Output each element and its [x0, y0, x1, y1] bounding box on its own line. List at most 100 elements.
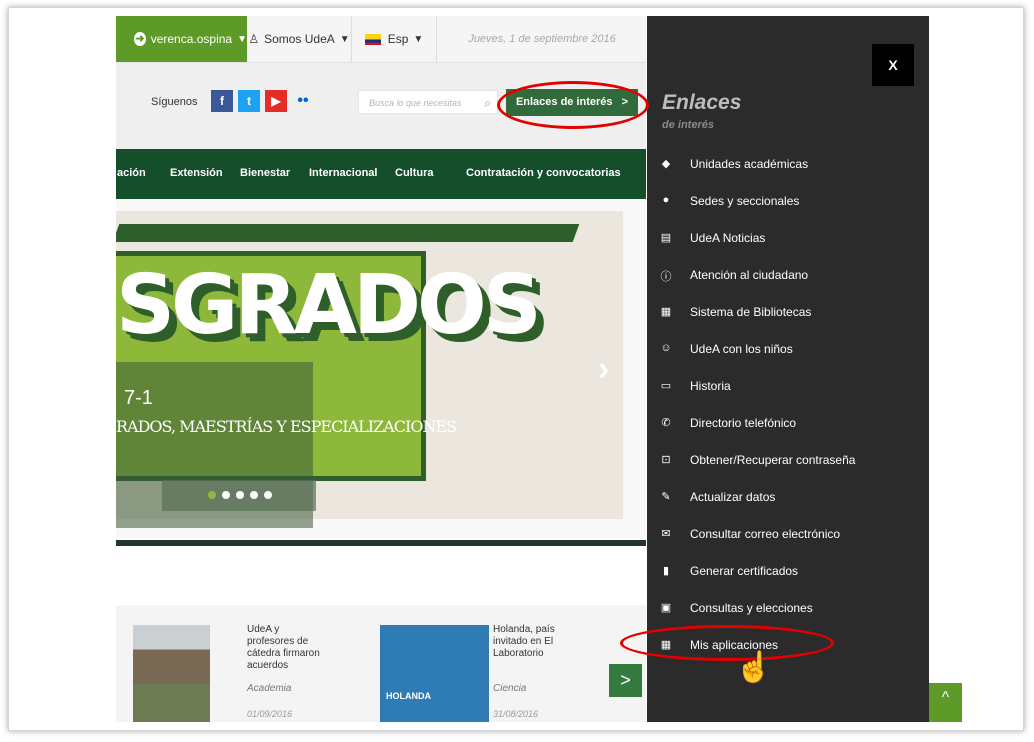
- news-section: UdeA y profesores de cátedra firmaron ac…: [116, 605, 646, 722]
- news-category: Ciencia: [493, 683, 527, 694]
- top-bar: ➜ verenca.ospina ▼ ♙ Somos UdeA ▼ Esp ▼ …: [116, 16, 646, 63]
- menu-item-label: Consultas y elecciones: [690, 601, 813, 615]
- language-selector[interactable]: Esp ▼: [352, 16, 437, 62]
- menu-item-label: Atención al ciudadano: [690, 268, 809, 282]
- hero-bottom-bar: [116, 540, 646, 546]
- menu-item-ninos[interactable]: ☺ UdeA con los niños: [647, 331, 929, 367]
- carousel-dot[interactable]: [222, 491, 230, 499]
- menu-item-consultas[interactable]: ▣ Consultas y elecciones: [647, 590, 929, 626]
- highlight-enlaces-button: [497, 81, 649, 129]
- colombia-flag-icon: [364, 33, 381, 45]
- menu-item-bibliotecas[interactable]: ▦ Sistema de Bibliotecas: [647, 294, 929, 330]
- menu-item-label: Directorio telefónico: [690, 416, 797, 430]
- document-icon: ▤: [660, 232, 672, 244]
- menu-item-label: UdeA Noticias: [690, 231, 766, 245]
- highlight-mis-aplicaciones: [620, 625, 834, 661]
- carousel-dots: [162, 480, 316, 511]
- menu-item-label: Consultar correo electrónico: [690, 527, 841, 541]
- nav-item-extension[interactable]: Extensión: [170, 167, 223, 179]
- board-rail: [116, 224, 580, 242]
- menu-item-directorio[interactable]: ✆ Directorio telefónico: [647, 405, 929, 441]
- carousel-dot-active[interactable]: [208, 491, 216, 499]
- search-input[interactable]: Busca lo que necesitas ⌕: [358, 90, 498, 114]
- nav-item-educacion[interactable]: ación: [117, 167, 146, 179]
- enlaces-panel: X Enlaces de interés ◆ Unidades académic…: [647, 16, 929, 722]
- search-icon[interactable]: ⌕: [484, 91, 491, 115]
- menu-item-contrasena[interactable]: ⊡ Obtener/Recuperar contraseña: [647, 442, 929, 478]
- nav-item-cultura[interactable]: Cultura: [395, 167, 434, 179]
- somos-label: Somos UdeA: [264, 32, 335, 46]
- news-thumbnail[interactable]: HOLANDA: [380, 625, 489, 722]
- ballot-icon: ▣: [660, 602, 672, 614]
- follow-us-label: Síguenos: [151, 96, 198, 108]
- smile-icon: ☺: [660, 342, 672, 354]
- certificate-icon: ▮: [662, 565, 670, 577]
- facebook-icon[interactable]: f: [211, 90, 233, 112]
- info-icon: ⓘ: [660, 271, 672, 283]
- news-next-button[interactable]: >: [609, 664, 642, 697]
- somos-udea-menu[interactable]: ♙ Somos UdeA ▼: [247, 16, 352, 62]
- carousel-dot[interactable]: [250, 491, 258, 499]
- carousel-dot[interactable]: [236, 491, 244, 499]
- menu-item-label: UdeA con los niños: [690, 342, 793, 356]
- panel-title: Enlaces: [662, 91, 742, 114]
- arrow-circle-icon: ➜: [134, 32, 146, 46]
- chevron-down-icon: ▼: [339, 33, 350, 45]
- language-label: Esp: [387, 32, 409, 46]
- hand-cursor-icon: ☝: [735, 651, 773, 684]
- menu-item-label: Unidades académicas: [690, 157, 809, 171]
- phone-icon: ✆: [661, 417, 671, 429]
- news-thumbnail[interactable]: [133, 625, 210, 722]
- nav-item-internacional[interactable]: Internacional: [309, 167, 377, 179]
- youtube-icon[interactable]: ▶: [265, 90, 287, 112]
- menu-item-unidades[interactable]: ◆ Unidades académicas: [647, 146, 929, 182]
- menu-item-label: Historia: [690, 379, 731, 393]
- twitter-icon[interactable]: t: [238, 90, 260, 112]
- chevron-down-icon: ▼: [237, 33, 247, 45]
- menu-item-label: Generar certificados: [690, 564, 799, 578]
- hero-title: SGRADOS: [116, 258, 542, 353]
- mail-icon: ✉: [661, 528, 671, 540]
- chevron-down-icon: ▼: [413, 33, 424, 45]
- menu-item-sedes[interactable]: ● Sedes y seccionales: [647, 183, 929, 219]
- book-icon: ▭: [660, 380, 672, 392]
- nav-item-contratacion[interactable]: Contratación y convocatorias: [466, 167, 621, 179]
- main-nav: ación Extensión Bienestar Internacional …: [116, 149, 646, 199]
- menu-item-label: Actualizar datos: [690, 490, 776, 504]
- news-headline[interactable]: UdeA y profesores de cátedra firmaron ac…: [247, 624, 327, 672]
- panel-subtitle: de interés: [662, 119, 714, 131]
- caption-title: 7-1: [124, 387, 153, 409]
- thumbnail-text: HOLANDA: [386, 691, 431, 701]
- menu-item-correo[interactable]: ✉ Consultar correo electrónico: [647, 516, 929, 552]
- menu-item-label: Sistema de Bibliotecas: [690, 305, 812, 319]
- search-placeholder: Busca lo que necesitas: [369, 98, 462, 108]
- menu-item-label: Sedes y seccionales: [690, 194, 800, 208]
- scroll-to-top-button[interactable]: ^: [929, 683, 962, 722]
- flickr-icon[interactable]: ••: [292, 90, 314, 112]
- user-menu-button[interactable]: ➜ verenca.ospina ▼: [116, 16, 247, 62]
- grid-icon: ▦: [660, 306, 672, 318]
- carousel-dot[interactable]: [264, 491, 272, 499]
- user-icon: ♙: [248, 32, 260, 46]
- pencil-icon: ✎: [661, 491, 671, 503]
- menu-item-noticias[interactable]: ▤ UdeA Noticias: [647, 220, 929, 256]
- news-category: Academia: [247, 683, 292, 694]
- nav-item-bienestar[interactable]: Bienestar: [240, 167, 290, 179]
- close-button[interactable]: X: [872, 44, 914, 86]
- news-date: 01/09/2016: [247, 709, 293, 719]
- caption-subtitle: RADOS, MAESTRÍAS Y ESPECIALIZACIONES: [116, 417, 457, 436]
- menu-item-historia[interactable]: ▭ Historia: [647, 368, 929, 404]
- lock-icon: ⊡: [661, 454, 671, 466]
- menu-item-atencion[interactable]: ⓘ Atención al ciudadano: [647, 257, 929, 293]
- menu-item-label: Obtener/Recuperar contraseña: [690, 453, 856, 467]
- carousel-next-icon[interactable]: ›: [598, 350, 609, 389]
- news-headline[interactable]: Holanda, país invitado en El Laboratorio: [493, 624, 573, 660]
- news-date: 31/08/2016: [493, 709, 539, 719]
- menu-item-certificados[interactable]: ▮ Generar certificados: [647, 553, 929, 589]
- tag-icon: ◆: [661, 158, 671, 170]
- user-name: verenca.ospina: [150, 32, 233, 46]
- current-date: Jueves, 1 de septiembre 2016: [468, 33, 616, 45]
- hero-carousel: SGRADOS 7-1 RADOS, MAESTRÍAS Y ESPECIALI…: [116, 199, 646, 539]
- location-icon: ●: [662, 194, 670, 206]
- menu-item-actualizar[interactable]: ✎ Actualizar datos: [647, 479, 929, 515]
